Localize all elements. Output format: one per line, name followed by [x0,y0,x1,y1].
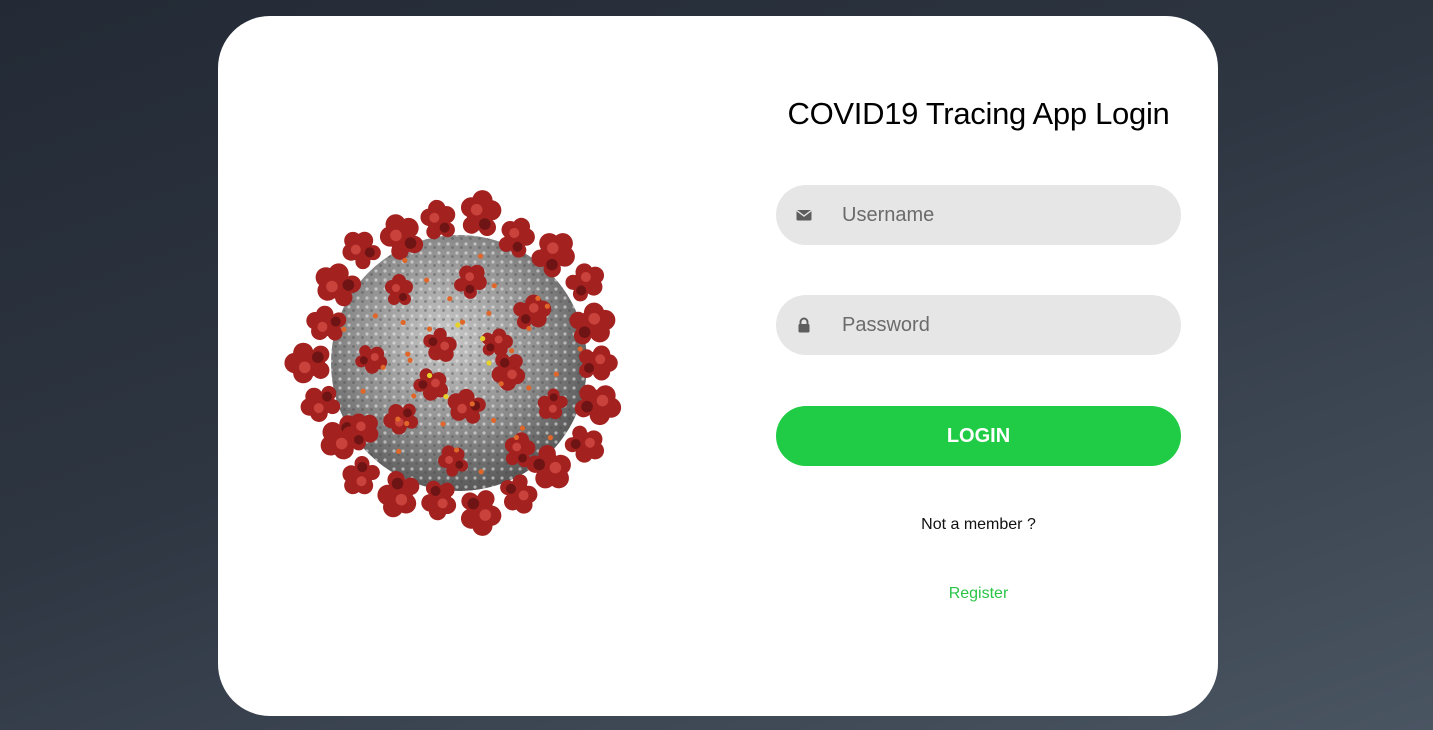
login-button[interactable]: LOGIN [776,406,1181,466]
username-input[interactable] [842,185,1162,245]
password-field[interactable] [776,295,1181,355]
envelope-icon [796,210,812,221]
page-title: COVID19 Tracing App Login [787,96,1170,131]
password-input[interactable] [842,295,1162,355]
lock-icon [798,317,810,333]
register-link[interactable]: Register [776,585,1181,603]
not-member-text: Not a member ? [921,516,1036,533]
username-field[interactable] [776,185,1181,245]
coronavirus-illustration [284,190,622,536]
